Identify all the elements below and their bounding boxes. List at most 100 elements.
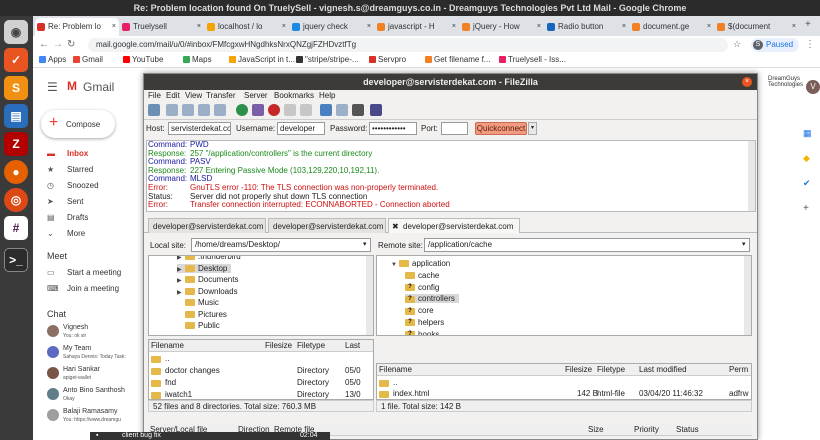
disconnect-icon[interactable] (284, 104, 296, 116)
expand-arrow-icon[interactable]: ▶ (177, 256, 185, 261)
hamburger-icon[interactable]: ☰ (47, 80, 58, 94)
bookmark-item[interactable]: Gmail (73, 55, 103, 64)
chat-item[interactable]: My Team Sahaya Dennis: Today Task: (47, 345, 147, 365)
queue-column-header[interactable]: Status (676, 424, 699, 436)
local-tree-item[interactable]: ▶ Downloads (177, 287, 242, 296)
new-tab-icon[interactable]: + (805, 19, 811, 30)
column-header[interactable]: Last (345, 340, 360, 352)
menu-help[interactable]: Help (319, 91, 335, 100)
expand-arrow-icon[interactable]: ▶ (177, 289, 185, 296)
remote-tree-item[interactable]: ? core (405, 306, 438, 315)
menu-edit[interactable]: Edit (166, 91, 180, 100)
local-file-row[interactable]: doctor changes Directory 05/0 (149, 365, 373, 377)
cancel-icon[interactable] (268, 104, 280, 116)
chat-item[interactable]: Vignesh You: ok sir (47, 324, 147, 344)
quickconnect-dropdown-icon[interactable]: ▾ (528, 122, 537, 135)
remote-tree-item[interactable]: ▼ application (391, 259, 454, 268)
menu-dots-icon[interactable]: ⋮ (805, 39, 815, 50)
toggle-log-icon[interactable] (166, 104, 178, 116)
chrome-tab[interactable]: Truelysell × (120, 18, 204, 36)
menu-bookmarks[interactable]: Bookmarks (274, 91, 314, 100)
column-header[interactable]: Filename (379, 364, 412, 376)
remote-path-dropdown-icon[interactable]: ▾ (742, 240, 746, 248)
menu-file[interactable]: File (148, 91, 161, 100)
expand-arrow-icon[interactable]: ▶ (177, 266, 185, 273)
reconnect-icon[interactable] (300, 104, 312, 116)
keep-icon[interactable]: ◆ (803, 153, 810, 164)
window-close-icon[interactable]: × (742, 77, 752, 87)
tasks-icon[interactable]: ✔ (803, 178, 811, 189)
expand-arrow-icon[interactable]: ▶ (177, 277, 185, 284)
sublime-icon[interactable]: S (4, 76, 28, 100)
close-tab-icon[interactable]: × (792, 18, 796, 36)
search-files-icon[interactable] (352, 104, 364, 116)
chrome-tab[interactable]: $(document × (715, 18, 799, 36)
remote-site-input[interactable]: /application/cache (424, 238, 750, 252)
close-tab-icon[interactable]: × (282, 18, 286, 36)
close-tab-icon[interactable]: × (452, 18, 456, 36)
local-file-row[interactable]: iwatch1 Directory 13/0 (149, 389, 373, 399)
column-header[interactable]: Filesize (265, 340, 292, 352)
remote-tree-item[interactable]: ? helpers (405, 318, 448, 327)
back-icon[interactable]: ← (39, 39, 49, 50)
account-avatar[interactable]: V (806, 80, 820, 94)
local-tree-item[interactable]: ▶ Documents (177, 275, 242, 284)
toggle-local-tree-icon[interactable] (182, 104, 194, 116)
bookmark-item[interactable]: Get filename f... (425, 55, 490, 64)
bookmark-item[interactable]: YouTube (123, 55, 163, 64)
binoculars-icon[interactable] (370, 104, 382, 116)
remote-file-list[interactable]: Filename Filesize Filetype Last modified Per… (376, 363, 752, 400)
menu-transfer[interactable]: Transfer (206, 91, 236, 100)
remote-tree-scrollbar[interactable] (744, 256, 751, 335)
local-tree-item[interactable]: ▶ Desktop (177, 263, 232, 273)
toggle-queue-icon[interactable] (214, 104, 226, 116)
remote-tree-item[interactable]: ? controllers (405, 294, 459, 304)
slack-icon[interactable]: # (4, 216, 28, 240)
check-icon[interactable]: ✓ (4, 48, 28, 72)
profile-button[interactable]: S Paused (751, 38, 799, 52)
calendar-icon[interactable]: ▦ (803, 128, 812, 139)
sync-browse-icon[interactable] (336, 104, 348, 116)
queue-column-header[interactable]: Priority (634, 424, 659, 436)
log-scrollbar[interactable] (748, 141, 755, 211)
chrome-tab[interactable]: Radio button × (545, 18, 629, 36)
filter-icon[interactable] (252, 104, 264, 116)
local-tree[interactable]: ▶ .thunderbird ▶ Desktop ▶ Documents ▶ Download… (148, 255, 374, 336)
username-input[interactable]: developer (277, 122, 325, 135)
connection-tab-active[interactable]: ✖ developer@servisterdekat.com (388, 218, 520, 233)
quickconnect-button[interactable]: Quickconnect (475, 122, 527, 135)
url-input[interactable]: mail.google.com/mail/u/0/#inbox/FMfcgxwH… (88, 38, 728, 52)
menu-view[interactable]: View (185, 91, 202, 100)
local-file-list[interactable]: Filename Filesize Filetype Last.. doctor cha… (148, 339, 374, 400)
close-tab-icon[interactable]: × (622, 18, 626, 36)
bookmark-item[interactable]: Truelysell - Iss... (499, 55, 566, 64)
local-tree-item[interactable]: Music (177, 298, 223, 307)
column-header[interactable]: Perm (729, 364, 748, 376)
remote-tree-item[interactable]: cache (405, 271, 443, 280)
remote-tree-item[interactable]: ? config (405, 283, 443, 292)
close-tab-icon[interactable]: × (707, 18, 711, 36)
connection-tab[interactable]: developer@servisterdekat.com (148, 218, 266, 233)
forward-icon[interactable]: → (53, 39, 63, 50)
password-input[interactable]: •••••••••••• (369, 122, 417, 135)
chrome-tab[interactable]: javascript - H × (375, 18, 459, 36)
toggle-remote-tree-icon[interactable] (198, 104, 210, 116)
firefox-icon[interactable]: ● (4, 160, 28, 184)
connection-tab[interactable]: developer@servisterdekat.com (268, 218, 386, 233)
remote-tree[interactable]: ▼ application cache ? config ? controllers ? cor… (376, 255, 752, 336)
chrome-tab[interactable]: localhost / lo × (205, 18, 289, 36)
bookmark-item[interactable]: Apps (39, 55, 66, 64)
chrome-tab[interactable]: document.ge × (630, 18, 714, 36)
close-tab-icon[interactable]: × (197, 18, 201, 36)
bookmark-item[interactable]: Servpro (369, 55, 406, 64)
collapse-arrow-icon[interactable]: ▼ (391, 262, 399, 268)
local-file-row[interactable]: .. (149, 353, 373, 365)
local-path-dropdown-icon[interactable]: ▾ (363, 240, 367, 248)
column-header[interactable]: Filetype (297, 340, 325, 352)
close-tab-icon[interactable]: × (537, 18, 541, 36)
chrome-icon[interactable]: ◉ (4, 20, 28, 44)
compose-button[interactable]: + Compose (41, 110, 115, 138)
local-tree-item[interactable]: Public (177, 321, 224, 330)
column-header[interactable]: Last modified (639, 364, 687, 376)
close-tab-icon[interactable]: × (367, 18, 371, 36)
